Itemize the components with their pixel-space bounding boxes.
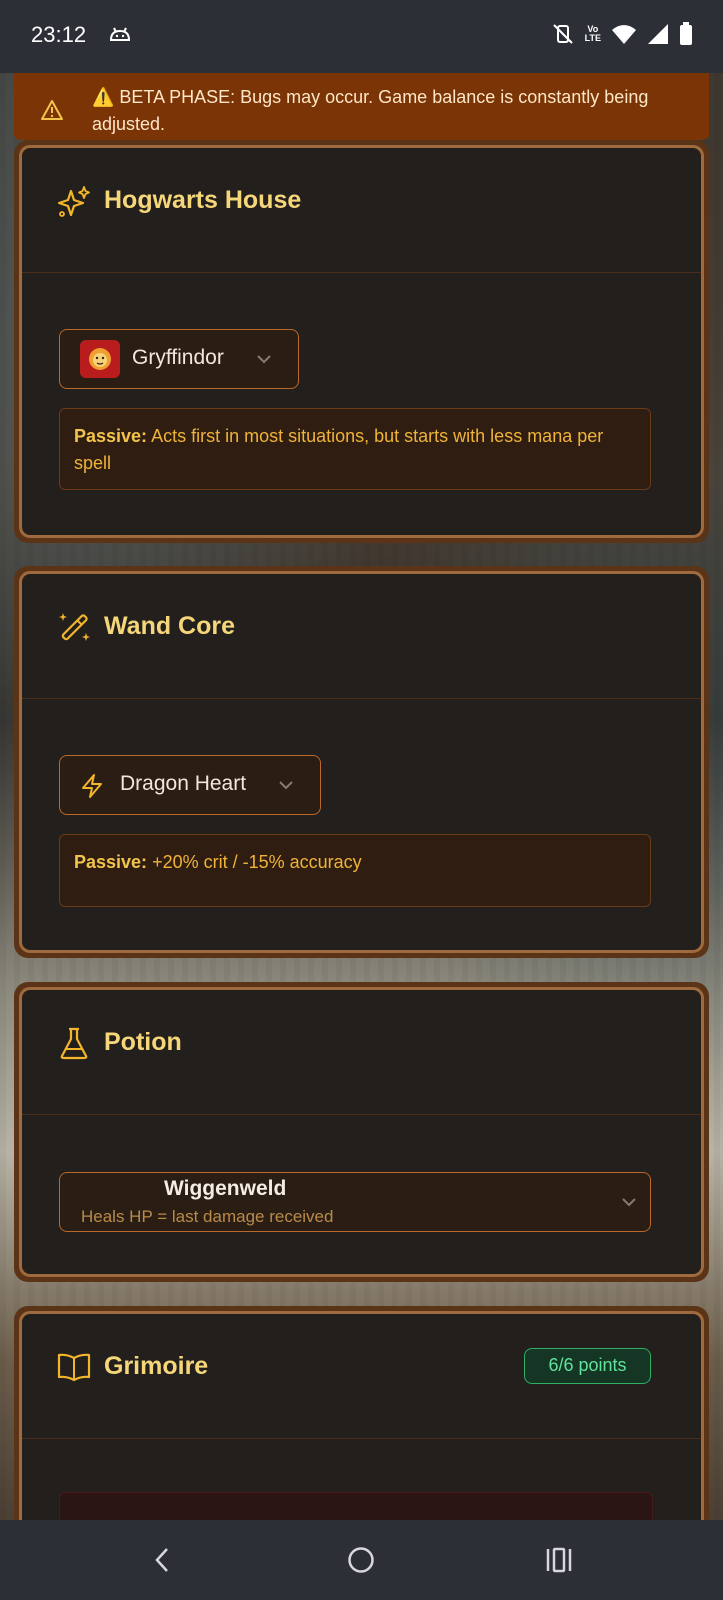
house-card-header: Hogwarts House [22,148,701,273]
battery-icon [680,22,692,45]
wand-card-title: Wand Core [104,612,236,640]
potion-description: Heals HP = last damage received [81,1207,334,1226]
recent-apps-icon[interactable] [545,1547,573,1573]
chevron-down-icon [257,355,271,364]
wand-core-select-value: Dragon Heart [120,772,247,795]
wand-passive-text: +20% crit / -15% accuracy [147,852,362,872]
home-icon[interactable] [347,1546,375,1574]
android-icon [109,27,131,41]
house-passive-text: Acts first in most situations, but start… [74,426,604,473]
signal-icon [648,24,668,44]
wand-passive-box: Passive: +20% crit / -15% accuracy [59,834,651,907]
wand-core-select[interactable]: Dragon Heart [59,755,321,815]
lightning-icon [82,774,102,798]
flask-icon [60,1027,88,1060]
wand-passive-label: Passive: [74,852,148,872]
vibrate-off-icon [552,24,573,44]
volte-bottom-label: LTE [584,33,601,43]
volte-indicator: Vo LTE [585,25,601,43]
status-time: 23:12 [31,22,87,47]
sparkles-icon [57,186,90,217]
chevron-down-icon [279,781,293,790]
house-passive-box: Passive: Acts first in most situations, … [59,408,651,490]
potion-card-header: Potion [22,990,701,1115]
banner-text: ⚠️ BETA PHASE: Bugs may occur. Game bala… [92,87,649,134]
chevron-down-icon [622,1198,636,1207]
house-card-title: Hogwarts House [104,186,302,214]
potion-card: Potion Wiggenweld Heals HP = last damage… [14,982,709,1282]
points-badge: 6/6 points [524,1348,651,1384]
back-icon[interactable] [152,1546,172,1574]
wifi-icon [612,25,636,44]
book-icon [57,1353,91,1382]
potion-select[interactable]: Wiggenweld Heals HP = last damage receiv… [59,1172,651,1232]
house-select[interactable]: Gryffindor [59,329,299,389]
navigation-bar [0,1520,723,1600]
grimoire-card-header: Grimoire 6/6 points [22,1314,701,1439]
magic-wand-icon [59,613,90,641]
beta-warning-banner: ⚠️ BETA PHASE: Bugs may occur. Game bala… [14,73,709,140]
potion-card-title: Potion [104,1028,182,1056]
house-card: Hogwarts House Gryffindor Passive: Acts … [14,140,709,543]
house-select-value: Gryffindor [132,346,224,369]
status-bar: 23:12 Vo LTE [0,0,723,73]
potion-select-value: Wiggenweld [164,1177,287,1200]
warning-triangle-icon [41,100,63,120]
house-passive-label: Passive: [74,426,148,446]
gryffindor-crest-icon [80,340,120,378]
wand-card-header: Wand Core [22,574,701,699]
grimoire-card-title: Grimoire [104,1352,209,1380]
wand-card: Wand Core Dragon Heart Passive: +20% cri… [14,566,709,958]
